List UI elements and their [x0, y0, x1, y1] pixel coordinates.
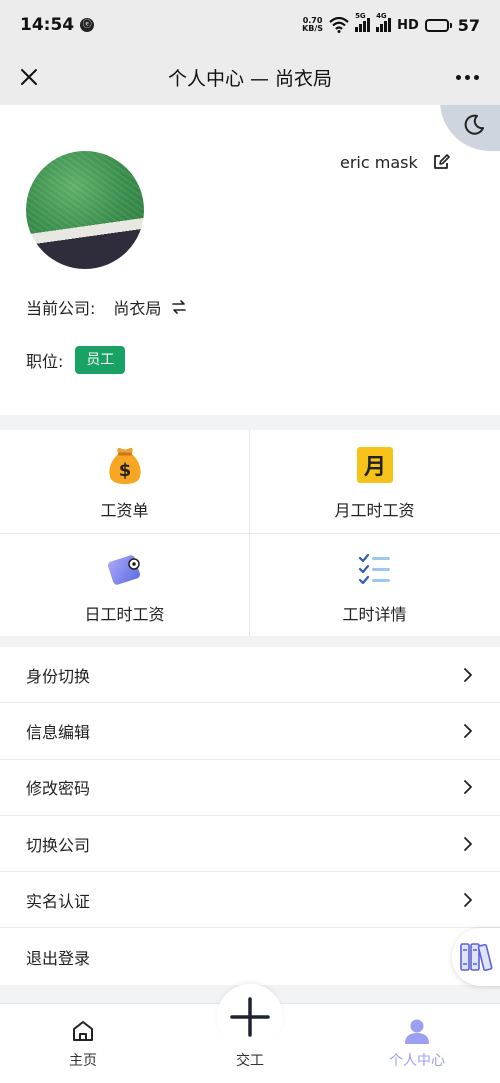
- chevron-right-icon: [464, 780, 472, 795]
- tab-label: 个人中心: [389, 1053, 445, 1069]
- menu-item-label: 退出登录: [26, 948, 91, 968]
- grid-item-daily-wage[interactable]: 日工时工资: [0, 534, 249, 637]
- feature-grid: $ 工资单 月 月工时工资 日工时工资 工时详情: [0, 430, 500, 636]
- profile-card: eric mask 当前公司: 尚衣局 职位: 员工: [0, 105, 500, 415]
- page-title: 个人中心 — 尚衣局: [167, 68, 333, 90]
- role-badge: 员工: [75, 346, 126, 374]
- network-speed-unit: KB/S: [302, 24, 324, 33]
- hd-indicator: HD: [397, 17, 419, 33]
- menu-list: 身份切换 信息编辑 修改密码 切换公司 实名认证 退出登录: [0, 647, 500, 985]
- center-plus-button[interactable]: [217, 984, 283, 1050]
- grid-item-monthly-wage[interactable]: 月 月工时工资: [250, 430, 499, 533]
- home-icon: [73, 1021, 93, 1041]
- user-icon: [405, 1019, 429, 1044]
- swap-icon[interactable]: [171, 299, 187, 315]
- notification-badge-icon: ⓔ: [80, 18, 95, 32]
- signal-4g-tag: 4G: [376, 12, 387, 20]
- position-label: 职位:: [26, 352, 64, 371]
- company-name: 尚衣局: [113, 299, 162, 318]
- grid-item-payslip[interactable]: $ 工资单: [0, 430, 249, 533]
- status-bar: 14:54 ⓔ 0.70 KB/S 5G 4G HD 57: [0, 0, 500, 50]
- edit-icon[interactable]: [432, 153, 450, 171]
- company-row: 当前公司: 尚衣局: [26, 295, 187, 319]
- tab-profile[interactable]: 个人中心: [334, 1004, 500, 1083]
- grid-item-hours-detail[interactable]: 工时详情: [250, 534, 499, 637]
- menu-item-change-password[interactable]: 修改密码: [0, 760, 500, 816]
- menu-item-switch-company[interactable]: 切换公司: [0, 816, 500, 873]
- status-indicators: 0.70 KB/S 5G 4G HD 57: [302, 12, 480, 35]
- wallet-icon: [107, 555, 140, 585]
- signal-5g-icon: 5G: [355, 12, 371, 32]
- close-button[interactable]: [14, 62, 44, 92]
- grid-label: 工时详情: [342, 605, 407, 624]
- menu-item-label: 切换公司: [26, 835, 91, 855]
- checklist-icon: [358, 553, 390, 585]
- svg-text:$: $: [118, 460, 131, 481]
- menu-item-edit-info[interactable]: 信息编辑: [0, 703, 500, 760]
- battery-percent: 57: [457, 15, 480, 35]
- month-icon-text: 月: [362, 455, 385, 480]
- menu-item-logout[interactable]: 退出登录: [0, 928, 500, 984]
- chevron-right-icon: [464, 836, 472, 851]
- more-icon: [455, 74, 461, 80]
- signal-5g-tag: 5G: [355, 12, 366, 20]
- plus-icon: [230, 997, 270, 1037]
- grid-label: 日工时工资: [84, 605, 165, 624]
- grid-label: 月工时工资: [334, 501, 415, 520]
- tab-home[interactable]: 主页: [0, 1004, 166, 1083]
- user-name: eric mask: [340, 153, 418, 172]
- more-button[interactable]: [452, 62, 482, 92]
- tab-bar: 主页 交工 个人中心: [0, 984, 500, 1083]
- menu-item-label: 修改密码: [26, 779, 91, 799]
- chevron-right-icon: [464, 892, 472, 907]
- avatar[interactable]: [26, 151, 144, 269]
- month-calendar-icon: 月: [356, 447, 393, 483]
- menu-item-switch-identity[interactable]: 身份切换: [0, 647, 500, 704]
- nav-bar: 个人中心 — 尚衣局: [0, 50, 500, 105]
- network-speed: 0.70 KB/S: [302, 17, 323, 33]
- books-icon: [460, 943, 493, 972]
- menu-item-label: 实名认证: [26, 891, 91, 911]
- chevron-right-icon: [464, 724, 472, 738]
- money-bag-icon: $: [108, 447, 141, 484]
- position-row: 职位: 员工: [26, 346, 126, 374]
- chevron-right-icon: [464, 667, 472, 682]
- grid-label: 工资单: [100, 501, 149, 520]
- moon-icon: [464, 114, 484, 135]
- signal-4g-icon: 4G: [376, 12, 392, 32]
- tab-label: 主页: [69, 1053, 97, 1069]
- company-label: 当前公司:: [26, 299, 96, 318]
- close-icon: [21, 69, 37, 85]
- menu-item-label: 身份切换: [26, 666, 91, 686]
- menu-item-label: 信息编辑: [26, 722, 91, 742]
- menu-item-real-name-auth[interactable]: 实名认证: [0, 872, 500, 929]
- dark-mode-toggle[interactable]: [440, 105, 500, 151]
- wifi-icon: [329, 17, 349, 33]
- battery-icon: [424, 18, 452, 32]
- status-time: 14:54: [20, 15, 75, 35]
